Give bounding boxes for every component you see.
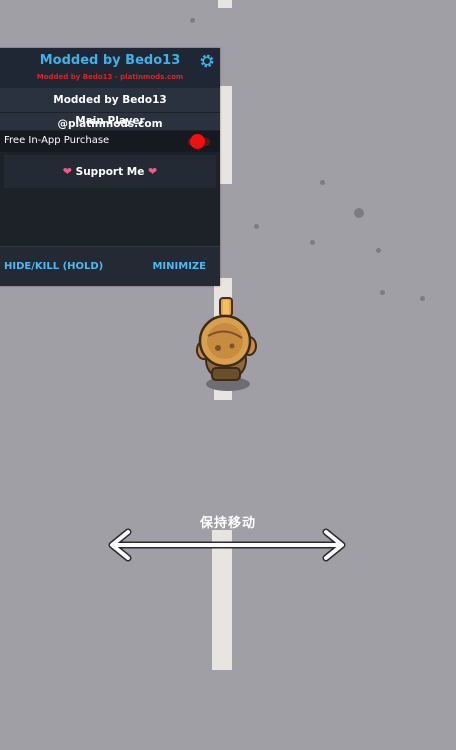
- toggle-thumb[interactable]: [190, 134, 205, 149]
- debris: [380, 290, 385, 295]
- road-marking-top: [218, 0, 232, 8]
- minimize-button[interactable]: MINIMIZE: [152, 261, 206, 272]
- double-arrow-icon: [108, 528, 346, 562]
- debris: [320, 180, 325, 185]
- menu-credit: Modded by Bedo13 @platinmods.com: [0, 88, 220, 130]
- debris: [310, 240, 315, 245]
- gear-icon[interactable]: [198, 52, 216, 70]
- debris: [420, 296, 425, 301]
- free-iap-toggle[interactable]: [188, 134, 210, 149]
- menu-header[interactable]: Modded by Bedo13 Modded by Bedo13 - plat…: [0, 48, 220, 88]
- section-header-main-player: Main Player: [0, 112, 220, 130]
- support-me-button[interactable]: ❤ Support Me ❤: [4, 155, 216, 188]
- heart-icon: ❤: [148, 165, 158, 178]
- debris: [376, 248, 381, 253]
- mod-menu-panel[interactable]: Modded by Bedo13 Modded by Bedo13 - plat…: [0, 48, 220, 286]
- debris: [354, 208, 364, 218]
- menu-footer: HIDE/KILL (HOLD) MINIMIZE: [0, 246, 220, 286]
- hide-kill-button[interactable]: HIDE/KILL (HOLD): [4, 261, 103, 272]
- toggle-label: Free In-App Purchase: [4, 135, 110, 146]
- road-marking-upper: [218, 86, 232, 184]
- menu-subtitle: Modded by Bedo13 - platinmods.com: [36, 73, 184, 81]
- debris: [190, 18, 195, 23]
- player-character: [196, 297, 257, 391]
- heart-icon: ❤: [62, 165, 72, 178]
- menu-title: Modded by Bedo13: [39, 53, 181, 68]
- support-me-label: Support Me: [75, 166, 145, 178]
- debris: [254, 224, 259, 229]
- toggle-row-free-iap[interactable]: Free In-App Purchase: [0, 131, 220, 152]
